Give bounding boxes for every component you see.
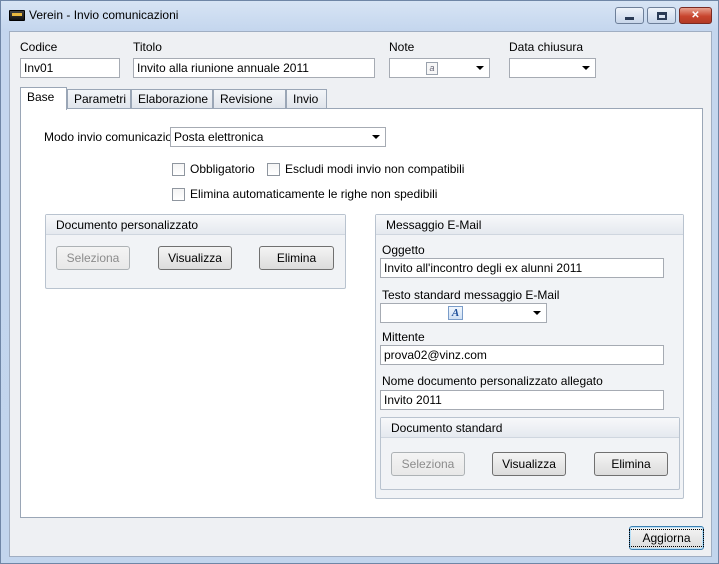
titolo-label: Titolo [133, 40, 162, 54]
close-button[interactable]: ✕ [679, 7, 712, 24]
tab-base[interactable]: Base [20, 87, 67, 110]
tab-invio[interactable]: Invio [286, 89, 327, 109]
window-title: Verein - Invio comunicazioni [29, 8, 179, 22]
elimina-righe-label: Elimina automaticamente le righe non spe… [190, 187, 438, 201]
modo-invio-dropdown[interactable]: Posta elettronica [170, 127, 386, 147]
app-window: Verein - Invio comunicazioni ✕ Codice In… [0, 0, 719, 564]
font-style-icon: A [448, 306, 463, 320]
testo-standard-label: Testo standard messaggio E-Mail [382, 288, 560, 302]
client-area: Codice Inv01 Titolo Invito alla riunione… [9, 31, 712, 557]
maximize-button[interactable] [647, 7, 676, 24]
data-chiusura-dropdown[interactable] [509, 58, 596, 78]
codice-field[interactable]: Inv01 [20, 58, 120, 78]
documento-personalizzato-title: Documento personalizzato [46, 215, 345, 235]
chevron-down-icon [533, 311, 541, 315]
chevron-down-icon [582, 66, 590, 70]
obbligatorio-checkbox[interactable]: Obbligatorio [172, 162, 255, 176]
escludi-checkbox[interactable]: Escludi modi invio non compatibili [267, 162, 464, 176]
testo-standard-dropdown[interactable]: A [380, 303, 547, 323]
checkbox-box [172, 187, 185, 201]
seleziona-button[interactable]: Seleziona [56, 246, 130, 270]
visualizza-standard-button[interactable]: Visualizza [492, 452, 566, 476]
modo-invio-value: Posta elettronica [174, 130, 264, 144]
chevron-down-icon [372, 135, 380, 139]
elimina-standard-button[interactable]: Elimina [594, 452, 668, 476]
minimize-button[interactable] [615, 7, 644, 24]
nome-documento-label: Nome documento personalizzato allegato [382, 374, 603, 388]
checkbox-box [172, 162, 185, 176]
messaggio-email-group: Messaggio E-Mail Oggetto Invito all'inco… [375, 214, 684, 499]
title-bar[interactable]: Verein - Invio comunicazioni ✕ [1, 1, 718, 29]
messaggio-email-title: Messaggio E-Mail [376, 215, 683, 235]
note-dropdown[interactable]: a [389, 58, 490, 78]
aggiorna-label: Aggiorna [629, 529, 704, 547]
oggetto-label: Oggetto [382, 243, 425, 257]
titolo-field[interactable]: Invito alla riunione annuale 2011 [133, 58, 375, 78]
close-icon: ✕ [691, 10, 700, 21]
minimize-icon [625, 17, 634, 20]
aggiorna-button[interactable]: Aggiorna [629, 526, 704, 550]
escludi-label: Escludi modi invio non compatibili [285, 162, 465, 176]
nome-documento-field[interactable]: Invito 2011 [380, 390, 664, 410]
note-document-icon: a [426, 62, 438, 75]
note-label: Note [389, 40, 415, 54]
tab-parametri[interactable]: Parametri [67, 89, 131, 109]
elimina-button[interactable]: Elimina [259, 246, 334, 270]
documento-standard-title: Documento standard [381, 418, 679, 438]
seleziona-standard-button[interactable]: Seleziona [391, 452, 465, 476]
tab-elaborazione[interactable]: Elaborazione [131, 89, 213, 109]
tab-panel-base: Modo invio comunicazioni Posta elettroni… [20, 108, 703, 518]
checkbox-box [267, 162, 280, 176]
modo-invio-label: Modo invio comunicazioni [44, 130, 182, 144]
tab-revisione[interactable]: Revisione [213, 89, 286, 109]
documento-personalizzato-group: Documento personalizzato Seleziona Visua… [45, 214, 346, 289]
mittente-label: Mittente [382, 330, 425, 344]
documento-standard-group: Documento standard Seleziona Visualizza … [380, 417, 680, 490]
app-icon[interactable] [9, 10, 25, 21]
elimina-righe-checkbox[interactable]: Elimina automaticamente le righe non spe… [172, 187, 437, 201]
data-chiusura-label: Data chiusura [509, 40, 584, 54]
maximize-icon [656, 11, 667, 20]
obbligatorio-label: Obbligatorio [190, 162, 255, 176]
chevron-down-icon [476, 66, 484, 70]
oggetto-field[interactable]: Invito all'incontro degli ex alunni 2011 [380, 258, 664, 278]
visualizza-button[interactable]: Visualizza [158, 246, 232, 270]
mittente-field[interactable]: prova02@vinz.com [380, 345, 664, 365]
codice-label: Codice [20, 40, 58, 54]
